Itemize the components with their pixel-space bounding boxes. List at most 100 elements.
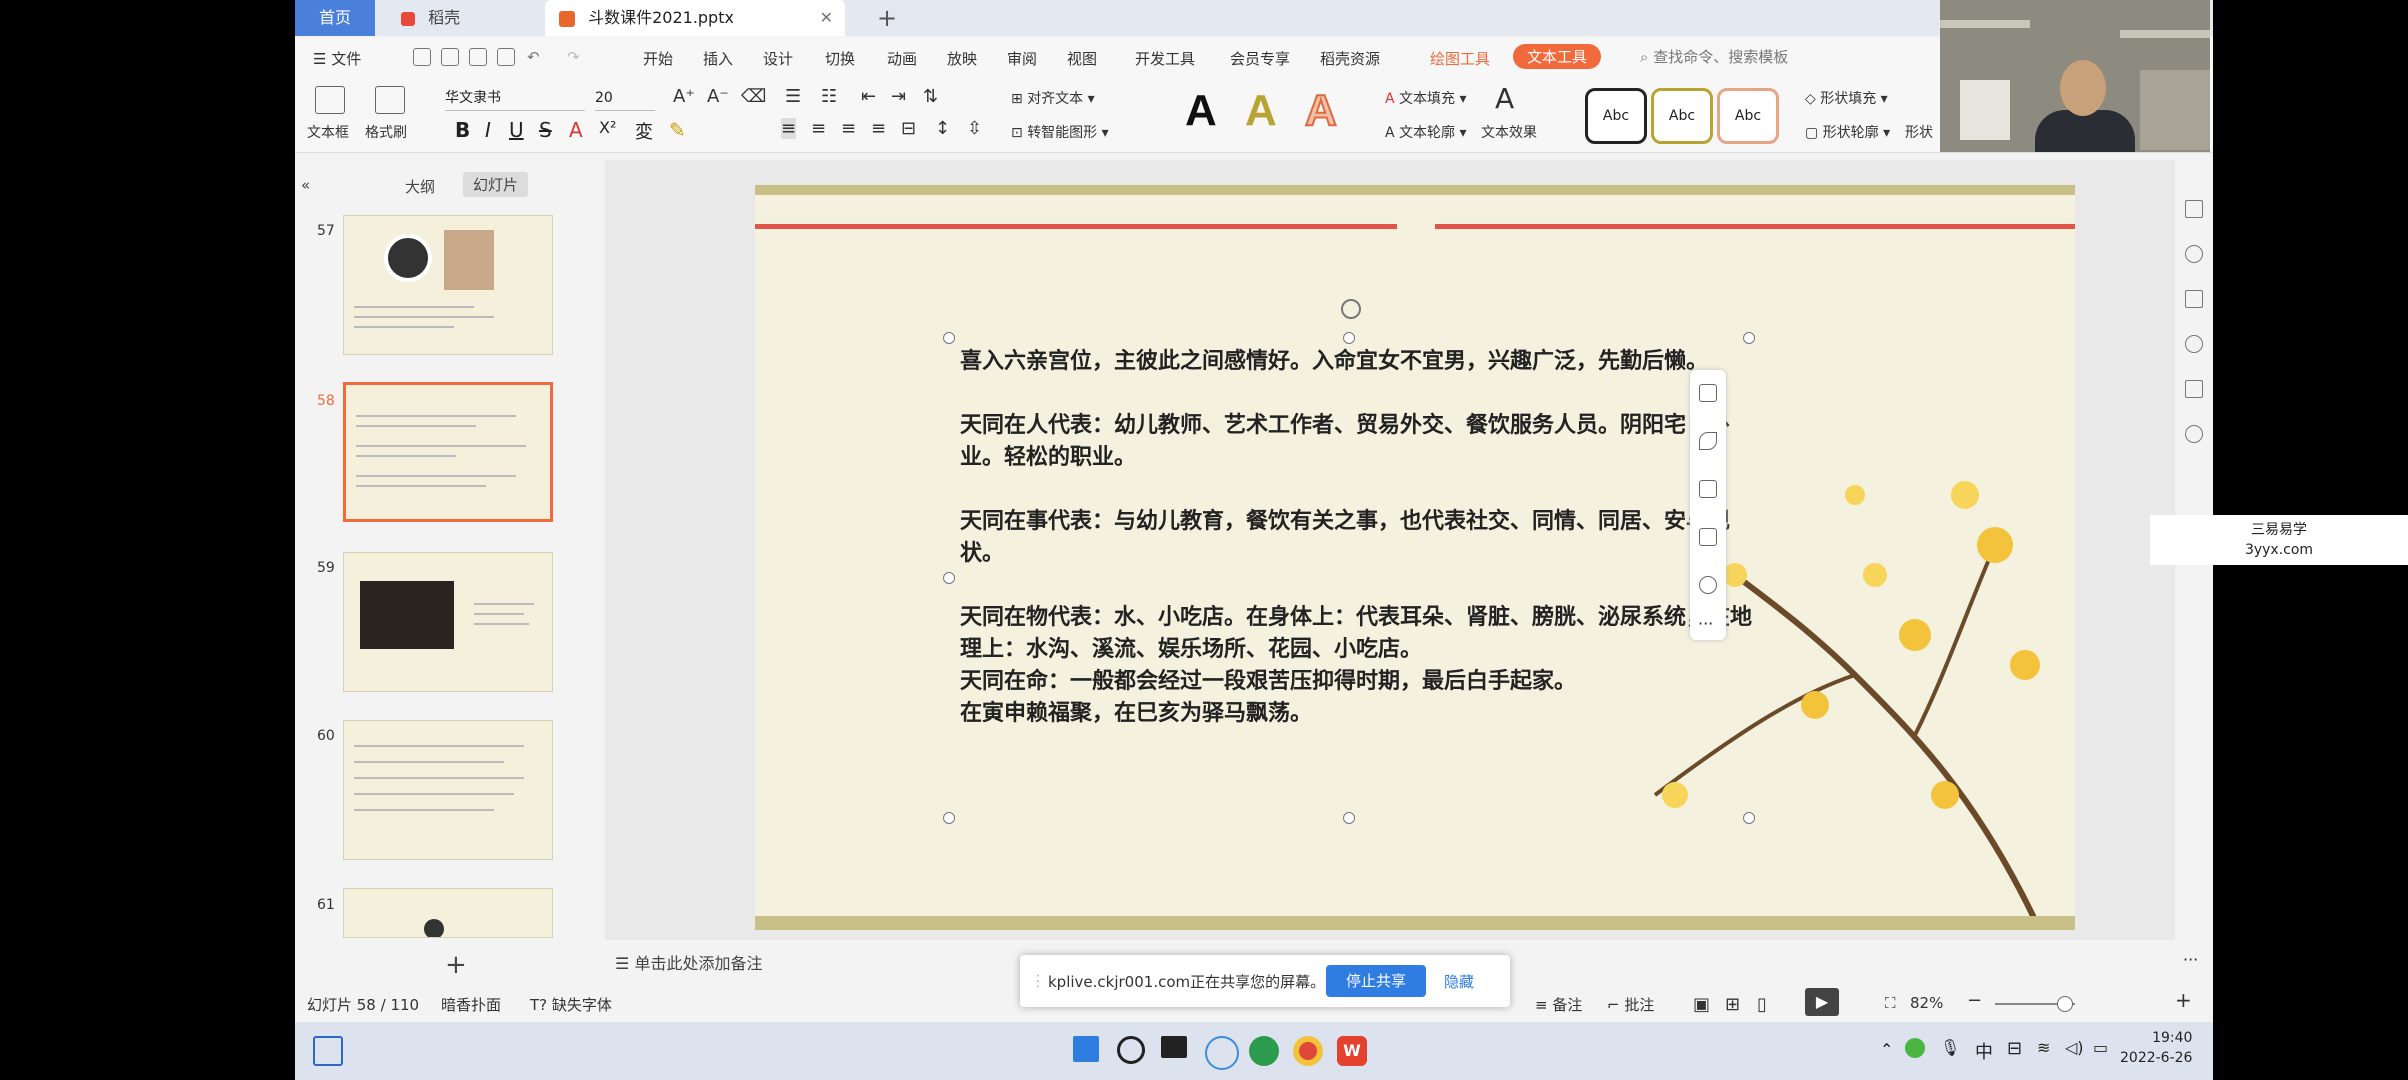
- font-family-select[interactable]: 华文隶书: [445, 86, 585, 111]
- align-center-icon[interactable]: ≡: [811, 118, 826, 139]
- location-icon[interactable]: [2185, 425, 2203, 443]
- notes-button[interactable]: ≡ 备注: [1535, 994, 1582, 1015]
- shape-style-2[interactable]: Abc: [1651, 88, 1713, 144]
- shrink-font-icon[interactable]: A⁻: [707, 86, 729, 107]
- wps-icon[interactable]: W: [1337, 1036, 1367, 1066]
- fit-window-icon[interactable]: ⛶: [1885, 994, 1896, 1012]
- format-painter-label[interactable]: 格式刷: [365, 122, 407, 142]
- line-spacing-icon[interactable]: ↕: [935, 118, 950, 139]
- font-size-select[interactable]: 20: [595, 86, 655, 111]
- network-app-icon[interactable]: [1205, 1036, 1239, 1070]
- microphone-icon[interactable]: 🎙: [1940, 1038, 1960, 1057]
- distribute-icon[interactable]: ⊟: [901, 118, 916, 139]
- resize-handle[interactable]: [943, 332, 955, 344]
- chat-app-icon[interactable]: [1249, 1036, 1279, 1066]
- justify-icon[interactable]: ≡: [871, 118, 886, 139]
- image-icon[interactable]: [2185, 380, 2203, 398]
- slide-thumbnail-60[interactable]: [343, 720, 553, 860]
- menu-start[interactable]: 开始: [643, 48, 673, 69]
- slide-text-box[interactable]: 喜入六亲宫位，主彼此之间感情好。入命宜女不宜男，兴趣广泛，先勤后懒。 天同在人代…: [960, 345, 1760, 729]
- settings-icon[interactable]: [2185, 200, 2203, 218]
- pin-icon[interactable]: [2185, 245, 2203, 263]
- lightbulb-icon[interactable]: [1699, 576, 1717, 594]
- outline-icon[interactable]: [1699, 528, 1717, 546]
- more-icon[interactable]: ···: [2183, 950, 2198, 969]
- menu-daoke-resources[interactable]: 稻壳资源: [1320, 48, 1380, 69]
- comments-button[interactable]: ⌐ 批注: [1607, 994, 1654, 1015]
- save-icon[interactable]: [413, 48, 431, 66]
- redo-icon[interactable]: ↷: [567, 48, 580, 66]
- reading-view-icon[interactable]: ▯: [1757, 994, 1767, 1015]
- add-tab-button[interactable]: +: [863, 0, 897, 36]
- zoom-slider-knob[interactable]: [2057, 996, 2073, 1012]
- resize-handle[interactable]: [1343, 332, 1355, 344]
- missing-font-button[interactable]: T? 缺失字体: [530, 994, 612, 1015]
- align-left-icon[interactable]: ≡: [781, 118, 797, 139]
- menu-animation[interactable]: 动画: [887, 48, 917, 69]
- tab-document[interactable]: 斗数课件2021.pptx ✕: [545, 0, 845, 36]
- tab-outline[interactable]: 大纲: [405, 176, 435, 197]
- theme-name[interactable]: 暗香扑面: [441, 994, 501, 1015]
- copy-icon[interactable]: [2185, 290, 2203, 308]
- menu-developer[interactable]: 开发工具: [1135, 48, 1195, 69]
- drag-handle-icon[interactable]: ⋮: [1030, 971, 1046, 990]
- layers-icon[interactable]: [1699, 384, 1717, 402]
- tab-daoke[interactable]: 稻壳: [387, 0, 527, 36]
- desktop-icon[interactable]: [313, 1036, 343, 1066]
- shape-fill-button[interactable]: ◇ 形状填充 ▾: [1805, 88, 1888, 108]
- start-icon[interactable]: [1073, 1036, 1099, 1062]
- phonetic-icon[interactable]: 変: [635, 118, 653, 144]
- shape-more-button[interactable]: 形状: [1905, 122, 1933, 142]
- menu-view[interactable]: 视图: [1067, 48, 1097, 69]
- tab-home[interactable]: 首页: [295, 0, 375, 36]
- resize-handle[interactable]: [1743, 332, 1755, 344]
- outdent-icon[interactable]: ⇥: [891, 86, 906, 107]
- ime-indicator[interactable]: 中: [1975, 1038, 1993, 1064]
- bold-icon[interactable]: B: [455, 118, 470, 142]
- align-text-button[interactable]: ⊞ 对齐文本 ▾: [1011, 88, 1095, 108]
- menu-file[interactable]: ☰ 文件: [313, 48, 361, 69]
- help-icon[interactable]: [2185, 335, 2203, 353]
- highlight-icon[interactable]: ✎: [669, 118, 686, 142]
- rotate-handle[interactable]: [1341, 299, 1361, 319]
- art-style-outline[interactable]: A: [1304, 85, 1338, 136]
- grow-font-icon[interactable]: A⁺: [673, 86, 695, 107]
- shape-style-3[interactable]: Abc: [1717, 88, 1779, 144]
- bullet-list-icon[interactable]: ☰: [785, 86, 801, 107]
- pen-icon[interactable]: [1699, 432, 1717, 450]
- menu-review[interactable]: 审阅: [1007, 48, 1037, 69]
- system-clock[interactable]: 19:40 2022-6-26: [2120, 1028, 2192, 1068]
- undo-icon[interactable]: ↶: [527, 48, 540, 66]
- menu-text-tools[interactable]: 文本工具: [1513, 44, 1602, 69]
- resize-handle[interactable]: [1743, 812, 1755, 824]
- tray-app-icon[interactable]: [1905, 1038, 1925, 1058]
- volume-icon[interactable]: ◁): [2065, 1038, 2084, 1057]
- resize-handle[interactable]: [943, 572, 955, 584]
- shape-style-1[interactable]: Abc: [1585, 88, 1647, 144]
- resize-handle[interactable]: [943, 812, 955, 824]
- slide-thumbnail-57[interactable]: [343, 215, 553, 355]
- search-icon[interactable]: [1117, 1036, 1145, 1064]
- art-style-black[interactable]: A: [1185, 86, 1217, 136]
- menu-drawing-tools[interactable]: 绘图工具: [1430, 48, 1490, 69]
- slide-58[interactable]: 喜入六亲宫位，主彼此之间感情好。入命宜女不宜男，兴趣广泛，先勤后懒。 天同在人代…: [755, 185, 2075, 930]
- menu-design[interactable]: 设计: [763, 48, 793, 69]
- indent-icon[interactable]: ⇤: [861, 86, 876, 107]
- close-icon[interactable]: ✕: [820, 0, 833, 36]
- fill-icon[interactable]: [1699, 480, 1717, 498]
- textbox-icon[interactable]: [315, 86, 345, 114]
- shape-outline-button[interactable]: ▢ 形状轮廓 ▾: [1805, 122, 1890, 142]
- slide-thumbnail-61[interactable]: [343, 888, 553, 938]
- print-icon[interactable]: [469, 48, 487, 66]
- export-icon[interactable]: [441, 48, 459, 66]
- slide-thumbnail-59[interactable]: [343, 552, 553, 692]
- zoom-in-icon[interactable]: +: [2175, 988, 2192, 1012]
- numbered-list-icon[interactable]: ☷: [821, 86, 837, 107]
- art-style-gold[interactable]: A: [1245, 86, 1277, 136]
- command-search[interactable]: ⌕ 查找命令、搜索模板: [1640, 46, 1788, 67]
- textbox-label[interactable]: 文本框: [307, 122, 349, 142]
- chrome-icon[interactable]: [1293, 1036, 1323, 1066]
- more-icon[interactable]: ···: [1698, 614, 1713, 633]
- add-slide-button[interactable]: +: [445, 950, 467, 980]
- clear-format-icon[interactable]: ⌫: [741, 86, 766, 107]
